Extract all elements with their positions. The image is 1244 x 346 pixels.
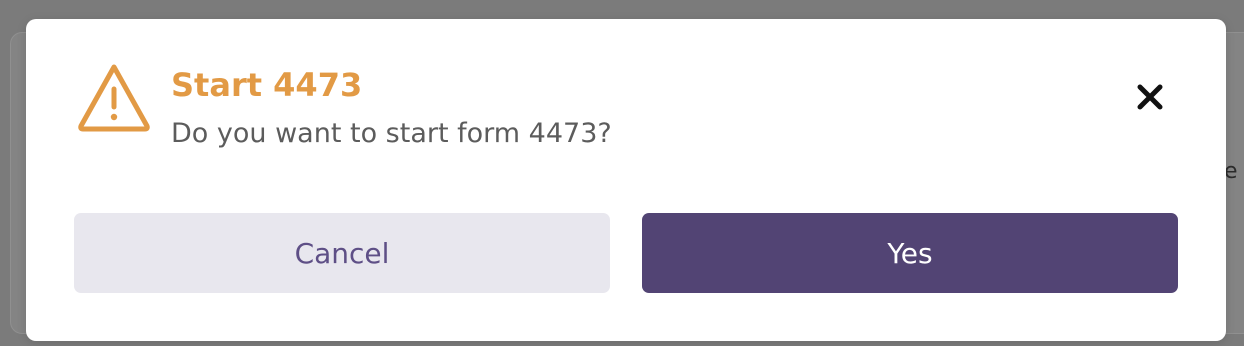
yes-button[interactable]: Yes xyxy=(642,213,1178,293)
confirm-dialog: Start 4473 Do you want to start form 447… xyxy=(26,19,1226,341)
close-icon xyxy=(1137,84,1163,110)
yes-button-label: Yes xyxy=(887,236,933,270)
cancel-button-label: Cancel xyxy=(294,236,390,270)
dialog-message: Do you want to start form 4473? xyxy=(171,118,612,149)
background-partial-text: e xyxy=(1224,159,1238,184)
warning-triangle-icon xyxy=(76,62,152,134)
close-button[interactable] xyxy=(1126,73,1174,121)
cancel-button[interactable]: Cancel xyxy=(74,213,610,293)
dialog-title: Start 4473 xyxy=(171,66,363,104)
